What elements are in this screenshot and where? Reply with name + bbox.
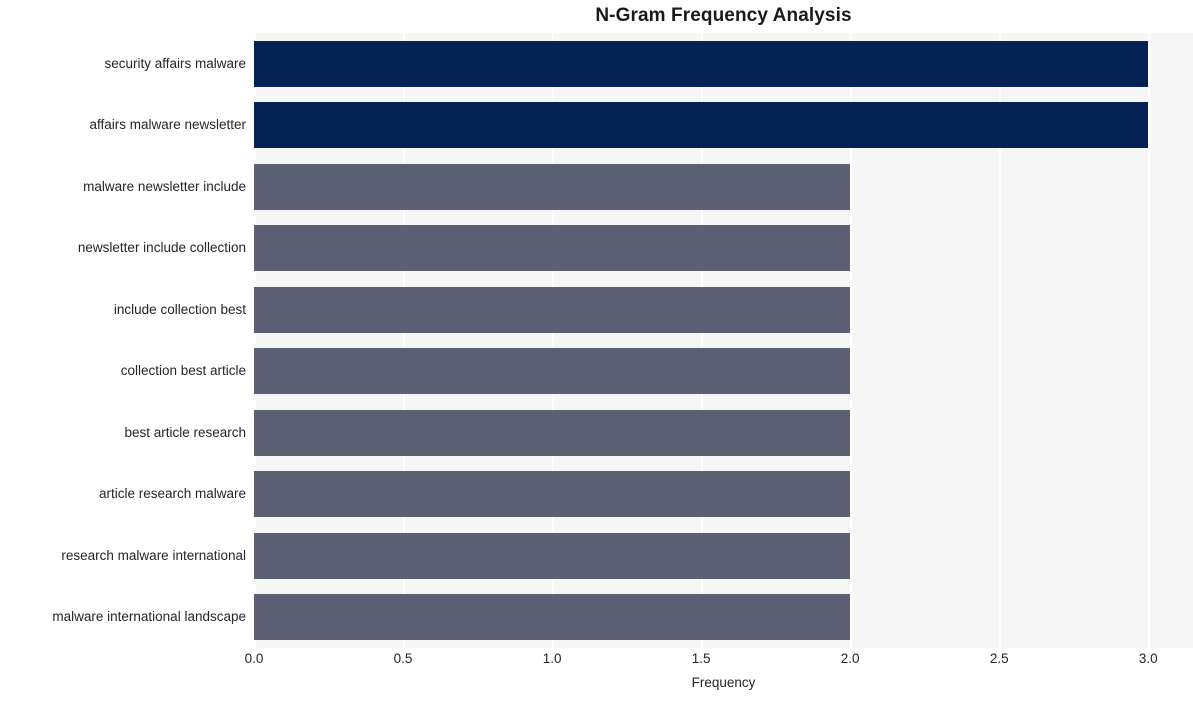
bar — [254, 594, 851, 641]
y-tick-label: newsletter include collection — [77, 240, 246, 256]
gridline-x-3.0 — [1148, 33, 1150, 648]
bar — [254, 286, 851, 333]
y-tick-label: article research malware — [98, 486, 246, 502]
x-tick-label: 0.5 — [393, 651, 413, 666]
y-tick-label: collection best article — [120, 363, 246, 379]
y-axis-tick-labels: security affairs malware affairs malware … — [0, 33, 246, 648]
y-tick-label: include collection best — [113, 301, 246, 317]
bar — [254, 471, 851, 518]
bar — [254, 102, 1149, 149]
bar — [254, 40, 1149, 87]
y-tick-label: security affairs malware — [104, 55, 246, 71]
y-tick-label: affairs malware newsletter — [89, 117, 246, 133]
bar — [254, 409, 851, 456]
y-tick-label: best article research — [124, 424, 246, 440]
x-axis-tick-labels: 0.0 0.5 1.0 1.5 2.0 2.5 3.0 — [245, 651, 1193, 671]
bar — [254, 225, 851, 272]
plot-area — [254, 33, 1193, 648]
y-tick-label: research malware international — [61, 547, 246, 563]
y-tick-label: malware international landscape — [52, 609, 246, 625]
chart-title: N-Gram Frequency Analysis — [595, 5, 852, 26]
x-tick-label: 2.0 — [840, 651, 860, 666]
x-tick-label: 1.5 — [691, 651, 711, 666]
bar — [254, 163, 851, 210]
bar — [254, 532, 851, 579]
x-tick-label: 2.5 — [989, 651, 1009, 666]
x-tick-label: 3.0 — [1138, 651, 1158, 666]
x-axis-label: Frequency — [691, 675, 756, 690]
x-tick-label: 1.0 — [542, 651, 562, 666]
x-tick-label: 0.0 — [244, 651, 264, 666]
chart-figure: N-Gram Frequency Analysis security affai… — [0, 0, 1193, 701]
y-tick-label: malware newsletter include — [83, 178, 246, 194]
bar — [254, 348, 851, 395]
